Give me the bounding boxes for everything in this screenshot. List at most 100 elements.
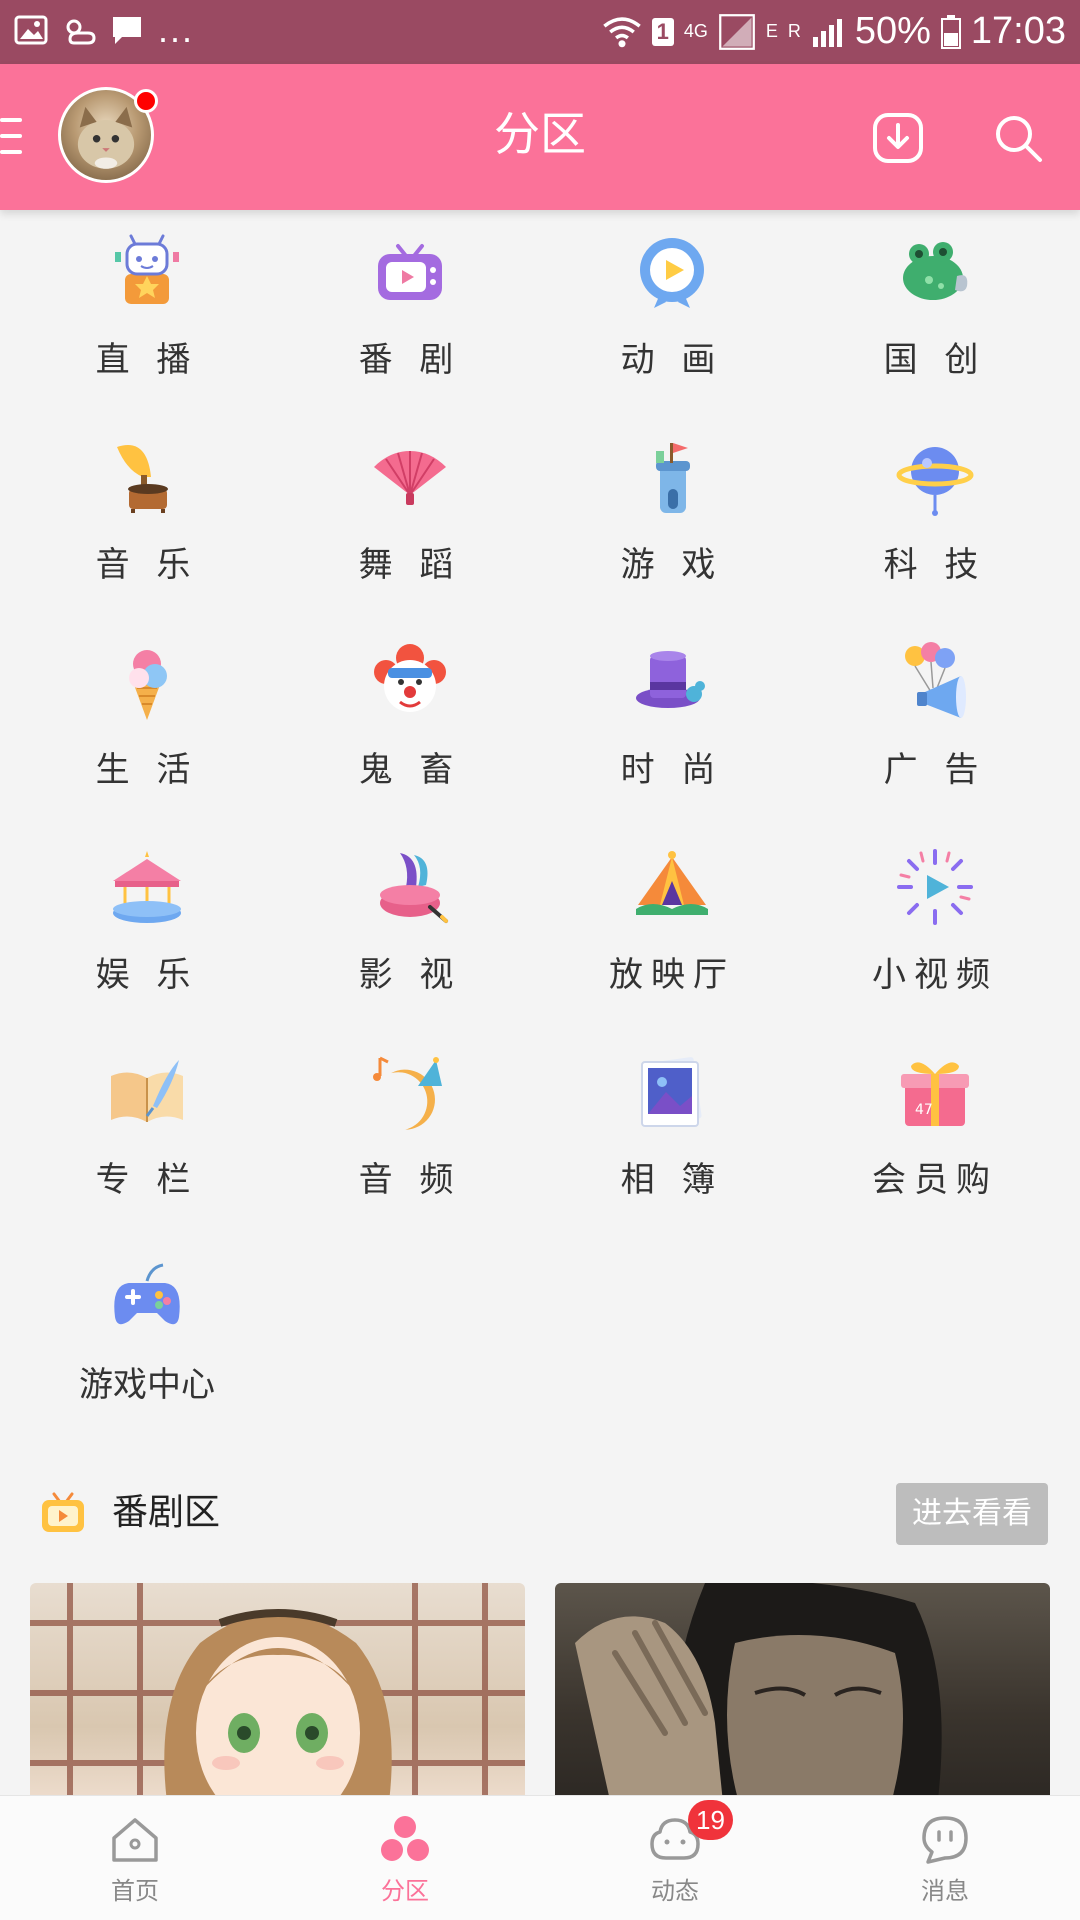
category-fashion[interactable]: 时 尚 bbox=[537, 630, 807, 835]
category-icon bbox=[381, 1816, 429, 1861]
category-label: 放映厅 bbox=[609, 955, 735, 995]
category-label: 直 播 bbox=[95, 340, 199, 380]
app-header: 分区 bbox=[0, 64, 1080, 210]
nav-messages[interactable]: 消息 bbox=[810, 1796, 1080, 1920]
mobile-data-tag: E bbox=[765, 21, 778, 41]
category-animation[interactable]: 动 画 bbox=[537, 220, 807, 425]
category-label: 国 创 bbox=[883, 340, 987, 380]
category-label: 小视频 bbox=[872, 955, 998, 995]
tv-icon bbox=[378, 244, 442, 300]
nav-label: 首页 bbox=[111, 1877, 159, 1905]
roaming-tag: R bbox=[787, 21, 801, 41]
category-label: 广 告 bbox=[883, 750, 987, 790]
play-badge-icon bbox=[640, 238, 704, 308]
tent-icon bbox=[636, 851, 708, 915]
category-tech[interactable]: 科 技 bbox=[800, 425, 1070, 630]
battery-percent: 50% bbox=[854, 10, 931, 52]
gift-icon: 47 bbox=[901, 1062, 969, 1126]
more-notifications: ... bbox=[158, 9, 195, 50]
search-icon[interactable] bbox=[990, 110, 1046, 166]
nav-category[interactable]: 分区 bbox=[270, 1796, 540, 1920]
category-game-center[interactable]: 游戏中心 bbox=[12, 1245, 282, 1450]
live-robot-icon bbox=[115, 234, 179, 304]
category-label: 舞 蹈 bbox=[358, 545, 462, 585]
category-label: 番 剧 bbox=[358, 340, 462, 380]
notification-badge: 19 bbox=[688, 1800, 733, 1840]
megaphone-icon bbox=[905, 642, 966, 718]
category-label: 游 戏 bbox=[620, 545, 724, 585]
category-kichiku[interactable]: 鬼 畜 bbox=[275, 630, 545, 835]
tower-icon bbox=[656, 443, 690, 513]
message-bubble-icon bbox=[113, 17, 141, 44]
system-icons: 1 4G E R 50% 17:03 bbox=[602, 10, 1066, 53]
category-label: 专 栏 bbox=[95, 1160, 199, 1200]
battery-icon bbox=[940, 14, 961, 49]
bangumi-section-header: 番剧区 进去看看 bbox=[0, 1480, 1080, 1550]
category-live[interactable]: 直 播 bbox=[12, 220, 282, 425]
clock: 17:03 bbox=[970, 10, 1066, 52]
category-label: 娱 乐 bbox=[95, 955, 199, 995]
category-label: 鬼 畜 bbox=[358, 750, 462, 790]
signal-bars-icon bbox=[812, 18, 842, 47]
photo-icon bbox=[641, 1057, 702, 1127]
category-small-video[interactable]: 小视频 bbox=[800, 835, 1070, 1040]
category-dance[interactable]: 舞 蹈 bbox=[275, 425, 545, 630]
category-label: 相 簿 bbox=[620, 1160, 724, 1200]
category-ad[interactable]: 广 告 bbox=[800, 630, 1070, 835]
magic-hat-icon bbox=[380, 853, 448, 923]
bangumi-card-2[interactable] bbox=[555, 1583, 1050, 1823]
planet-icon bbox=[896, 447, 974, 516]
category-game[interactable]: 游 戏 bbox=[537, 425, 807, 630]
category-entertainment[interactable]: 娱 乐 bbox=[12, 835, 282, 1040]
category-label: 影 视 bbox=[358, 955, 462, 995]
frog-icon bbox=[903, 242, 968, 300]
firework-play-icon bbox=[897, 849, 973, 925]
signal-icon bbox=[718, 13, 755, 50]
category-film[interactable]: 影 视 bbox=[275, 835, 545, 1040]
category-mall[interactable]: 47 会员购 bbox=[800, 1040, 1070, 1245]
category-label: 动 画 bbox=[620, 340, 724, 380]
category-label: 会员购 bbox=[872, 1160, 998, 1200]
bangumi-card-1[interactable] bbox=[30, 1583, 525, 1823]
ice-cream-icon bbox=[129, 650, 167, 720]
message-icon bbox=[922, 1816, 968, 1864]
nav-label: 分区 bbox=[381, 1877, 429, 1905]
category-label: 游戏中心 bbox=[79, 1365, 215, 1405]
category-label: 音 乐 bbox=[95, 545, 199, 585]
wifi-icon bbox=[602, 16, 641, 47]
view-more-button[interactable]: 进去看看 bbox=[896, 1483, 1048, 1545]
section-title: 番剧区 bbox=[112, 1492, 221, 1533]
category-label: 音 频 bbox=[358, 1160, 462, 1200]
nav-label: 消息 bbox=[921, 1877, 969, 1905]
nav-label: 动态 bbox=[651, 1877, 699, 1905]
download-icon[interactable] bbox=[870, 110, 926, 166]
gamepad-icon bbox=[114, 1263, 180, 1325]
tv-section-icon bbox=[42, 1492, 84, 1532]
nav-dynamic[interactable]: 19 动态 bbox=[540, 1796, 810, 1920]
category-label: 生 活 bbox=[95, 750, 199, 790]
category-life[interactable]: 生 活 bbox=[12, 630, 282, 835]
category-bangumi[interactable]: 番 剧 bbox=[275, 220, 545, 425]
anime-man-thumbnail bbox=[575, 1583, 942, 1823]
fan-icon bbox=[374, 451, 446, 505]
category-column[interactable]: 专 栏 bbox=[12, 1040, 282, 1245]
category-guochuang[interactable]: 国 创 bbox=[800, 220, 1070, 425]
notification-icons: ... bbox=[14, 12, 194, 48]
category-theater[interactable]: 放映厅 bbox=[537, 835, 807, 1040]
status-bar: ... 1 4G E R 50% 17:03 bbox=[0, 0, 1080, 64]
weather-icon bbox=[66, 19, 96, 45]
category-album[interactable]: 相 簿 bbox=[537, 1040, 807, 1245]
moon-music-icon bbox=[373, 1056, 442, 1130]
clown-icon bbox=[374, 644, 446, 712]
network-type: 4G bbox=[683, 21, 708, 41]
category-music[interactable]: 音 乐 bbox=[12, 425, 282, 630]
gramophone-icon bbox=[117, 445, 168, 513]
book-quill-icon bbox=[111, 1060, 183, 1122]
top-hat-icon bbox=[636, 651, 705, 708]
svg-text:47: 47 bbox=[915, 1102, 933, 1118]
sim-badge: 1 bbox=[651, 17, 674, 46]
nav-home[interactable]: 首页 bbox=[0, 1796, 270, 1920]
anime-girl-thumbnail bbox=[30, 1583, 525, 1823]
category-audio[interactable]: 音 频 bbox=[275, 1040, 545, 1245]
carousel-icon bbox=[113, 851, 181, 923]
